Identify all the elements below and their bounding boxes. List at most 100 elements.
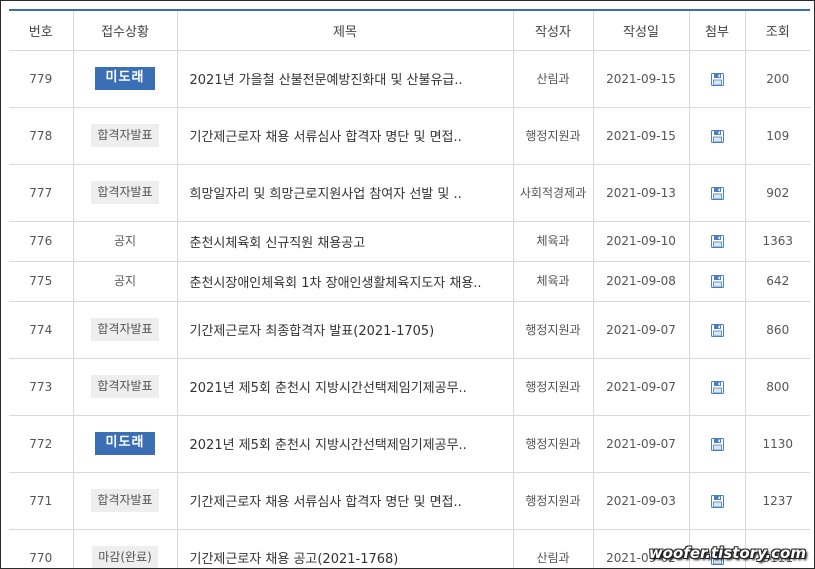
table-row[interactable]: 773 합격자발표 2021년 제5회 춘천시 지방시간선택제임기제공무.. 행… — [9, 358, 810, 416]
row-title-link[interactable]: 춘천시장애인체육회 1차 장애인생활체육지도자 채용.. — [177, 261, 514, 302]
table-row[interactable]: 774 합격자발표 기간제근로자 최종합격자 발표(2021-1705) 행정지… — [9, 301, 810, 359]
row-status-cell: 마감(완료) — [73, 529, 178, 568]
table-row[interactable]: 778 합격자발표 기간제근로자 채용 서류심사 합격자 명단 및 면접.. 행… — [9, 107, 810, 165]
row-number: 779 — [9, 50, 74, 108]
table-row[interactable]: 776 공지 춘천시체육회 신규직원 채용공고 체육과 2021-09-10 1… — [9, 221, 810, 262]
row-date: 2021-09-08 — [593, 261, 690, 302]
row-attachment[interactable] — [689, 301, 746, 359]
row-attachment[interactable] — [689, 107, 746, 165]
floppy-disk-icon[interactable] — [710, 437, 724, 451]
row-author: 행정지원과 — [513, 358, 594, 416]
row-number: 772 — [9, 415, 74, 473]
header-title[interactable]: 제목 — [177, 10, 514, 51]
row-views: 1237 — [745, 472, 810, 530]
status-badge: 합격자발표 — [91, 375, 159, 398]
header-date[interactable]: 작성일 — [593, 10, 690, 51]
row-date: 2021-09-10 — [593, 221, 690, 262]
row-status-cell: 합격자발표 — [73, 472, 178, 530]
floppy-disk-icon[interactable] — [710, 494, 724, 508]
row-views: 902 — [745, 164, 810, 222]
row-author: 행정지원과 — [513, 301, 594, 359]
row-views: 200 — [745, 50, 810, 108]
board-frame: 번호 접수상황 제목 작성자 작성일 첨부 조회 779 미도래 2021년 가… — [0, 0, 815, 569]
header-status[interactable]: 접수상황 — [73, 10, 178, 51]
notice-board-table: 번호 접수상황 제목 작성자 작성일 첨부 조회 779 미도래 2021년 가… — [9, 9, 810, 568]
status-badge: 마감(완료) — [92, 546, 158, 568]
floppy-disk-icon[interactable] — [710, 129, 724, 143]
row-status-cell: 합격자발표 — [73, 358, 178, 416]
row-author: 행정지원과 — [513, 415, 594, 473]
row-date: 2021-09-07 — [593, 301, 690, 359]
row-attachment[interactable] — [689, 50, 746, 108]
row-title-link[interactable]: 기간제근로자 채용 공고(2021-1768) — [177, 529, 514, 568]
table-row[interactable]: 777 합격자발표 희망일자리 및 희망근로지원사업 참여자 선발 및 .. 사… — [9, 164, 810, 222]
row-attachment[interactable] — [689, 472, 746, 530]
row-status-cell: 미도래 — [73, 50, 178, 108]
row-title-link[interactable]: 기간제근로자 채용 서류심사 합격자 명단 및 면접.. — [177, 107, 514, 165]
status-badge: 합격자발표 — [91, 181, 159, 204]
row-views: 642 — [745, 261, 810, 302]
status-badge: 합격자발표 — [91, 124, 159, 147]
status-badge: 공지 — [113, 233, 137, 248]
floppy-disk-icon[interactable] — [710, 235, 724, 248]
row-number: 773 — [9, 358, 74, 416]
row-views: 1363 — [745, 221, 810, 262]
row-title-link[interactable]: 희망일자리 및 희망근로지원사업 참여자 선발 및 .. — [177, 164, 514, 222]
row-status-cell: 미도래 — [73, 415, 178, 473]
row-title-link[interactable]: 2021년 제5회 춘천시 지방시간선택제임기제공무.. — [177, 415, 514, 473]
row-number: 771 — [9, 472, 74, 530]
row-attachment[interactable] — [689, 164, 746, 222]
row-title-link[interactable]: 2021년 제5회 춘천시 지방시간선택제임기제공무.. — [177, 358, 514, 416]
row-title-link[interactable]: 기간제근로자 채용 서류심사 합격자 명단 및 면접.. — [177, 472, 514, 530]
table-row[interactable]: 772 미도래 2021년 제5회 춘천시 지방시간선택제임기제공무.. 행정지… — [9, 415, 810, 473]
row-title-link[interactable]: 춘천시체육회 신규직원 채용공고 — [177, 221, 514, 262]
row-author: 행정지원과 — [513, 472, 594, 530]
floppy-disk-icon[interactable] — [710, 275, 724, 288]
row-author: 체육과 — [513, 221, 594, 262]
row-attachment[interactable] — [689, 358, 746, 416]
row-status-cell: 합격자발표 — [73, 107, 178, 165]
status-badge: 미도래 — [95, 432, 155, 455]
row-views: 800 — [745, 358, 810, 416]
row-title-link[interactable]: 기간제근로자 최종합격자 발표(2021-1705) — [177, 301, 514, 359]
row-number: 777 — [9, 164, 74, 222]
floppy-disk-icon[interactable] — [710, 72, 724, 86]
row-date: 2021-09-13 — [593, 164, 690, 222]
row-date: 2021-09-15 — [593, 107, 690, 165]
status-badge: 미도래 — [95, 67, 155, 90]
header-attach[interactable]: 첨부 — [689, 10, 746, 51]
table-header: 번호 접수상황 제목 작성자 작성일 첨부 조회 — [9, 10, 810, 51]
row-status-cell: 합격자발표 — [73, 301, 178, 359]
row-attachment[interactable] — [689, 415, 746, 473]
header-views[interactable]: 조회 — [745, 10, 810, 51]
row-views: 860 — [745, 301, 810, 359]
row-date: 2021-09-07 — [593, 358, 690, 416]
floppy-disk-icon[interactable] — [710, 323, 724, 337]
row-date: 2021-09-07 — [593, 415, 690, 473]
floppy-disk-icon[interactable] — [710, 186, 724, 200]
row-author: 사회적경제과 — [513, 164, 594, 222]
header-no[interactable]: 번호 — [9, 10, 74, 51]
header-author[interactable]: 작성자 — [513, 10, 594, 51]
row-author: 행정지원과 — [513, 107, 594, 165]
row-status-cell: 공지 — [73, 221, 178, 262]
floppy-disk-icon[interactable] — [710, 380, 724, 394]
status-badge: 합격자발표 — [91, 318, 159, 341]
row-number: 778 — [9, 107, 74, 165]
status-badge: 공지 — [113, 273, 137, 288]
table-row[interactable]: 779 미도래 2021년 가을철 산불전문예방진화대 및 산불유급.. 산림과… — [9, 50, 810, 108]
status-badge: 합격자발표 — [91, 489, 159, 512]
table-row[interactable]: 771 합격자발표 기간제근로자 채용 서류심사 합격자 명단 및 면접.. 행… — [9, 472, 810, 530]
table-row[interactable]: 775 공지 춘천시장애인체육회 1차 장애인생활체육지도자 채용.. 체육과 … — [9, 261, 810, 302]
row-author: 산림과 — [513, 529, 594, 568]
row-title-link[interactable]: 2021년 가을철 산불전문예방진화대 및 산불유급.. — [177, 50, 514, 108]
row-status-cell: 공지 — [73, 261, 178, 302]
watermark: woofer.tistory.com — [648, 544, 806, 562]
row-number: 775 — [9, 261, 74, 302]
row-date: 2021-09-15 — [593, 50, 690, 108]
row-views: 1130 — [745, 415, 810, 473]
row-number: 776 — [9, 221, 74, 262]
row-attachment[interactable] — [689, 221, 746, 262]
row-number: 774 — [9, 301, 74, 359]
row-attachment[interactable] — [689, 261, 746, 302]
